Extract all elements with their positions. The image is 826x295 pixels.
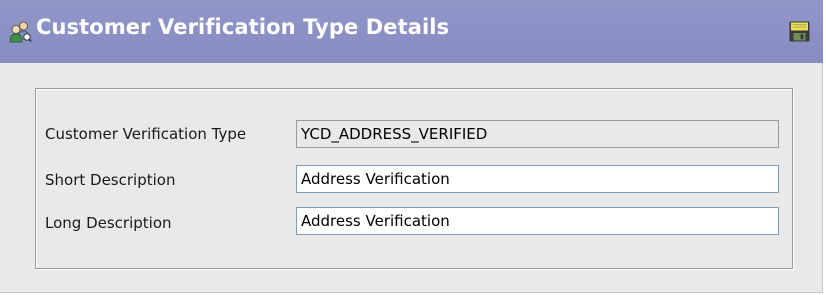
customer-verification-type-field [296, 120, 779, 148]
details-panel: Customer Verification Type Details Custo… [0, 0, 823, 293]
save-icon[interactable] [788, 20, 811, 43]
panel-title-bar: Customer Verification Type Details [0, 0, 823, 63]
short-description-field[interactable] [296, 165, 779, 193]
long-description-label: Long Description [45, 214, 172, 232]
short-description-label: Short Description [45, 171, 176, 189]
users-group-icon [9, 21, 32, 43]
customer-verification-type-label: Customer Verification Type [45, 125, 247, 143]
long-description-field[interactable] [296, 207, 779, 235]
page-title: Customer Verification Type Details [36, 15, 450, 39]
